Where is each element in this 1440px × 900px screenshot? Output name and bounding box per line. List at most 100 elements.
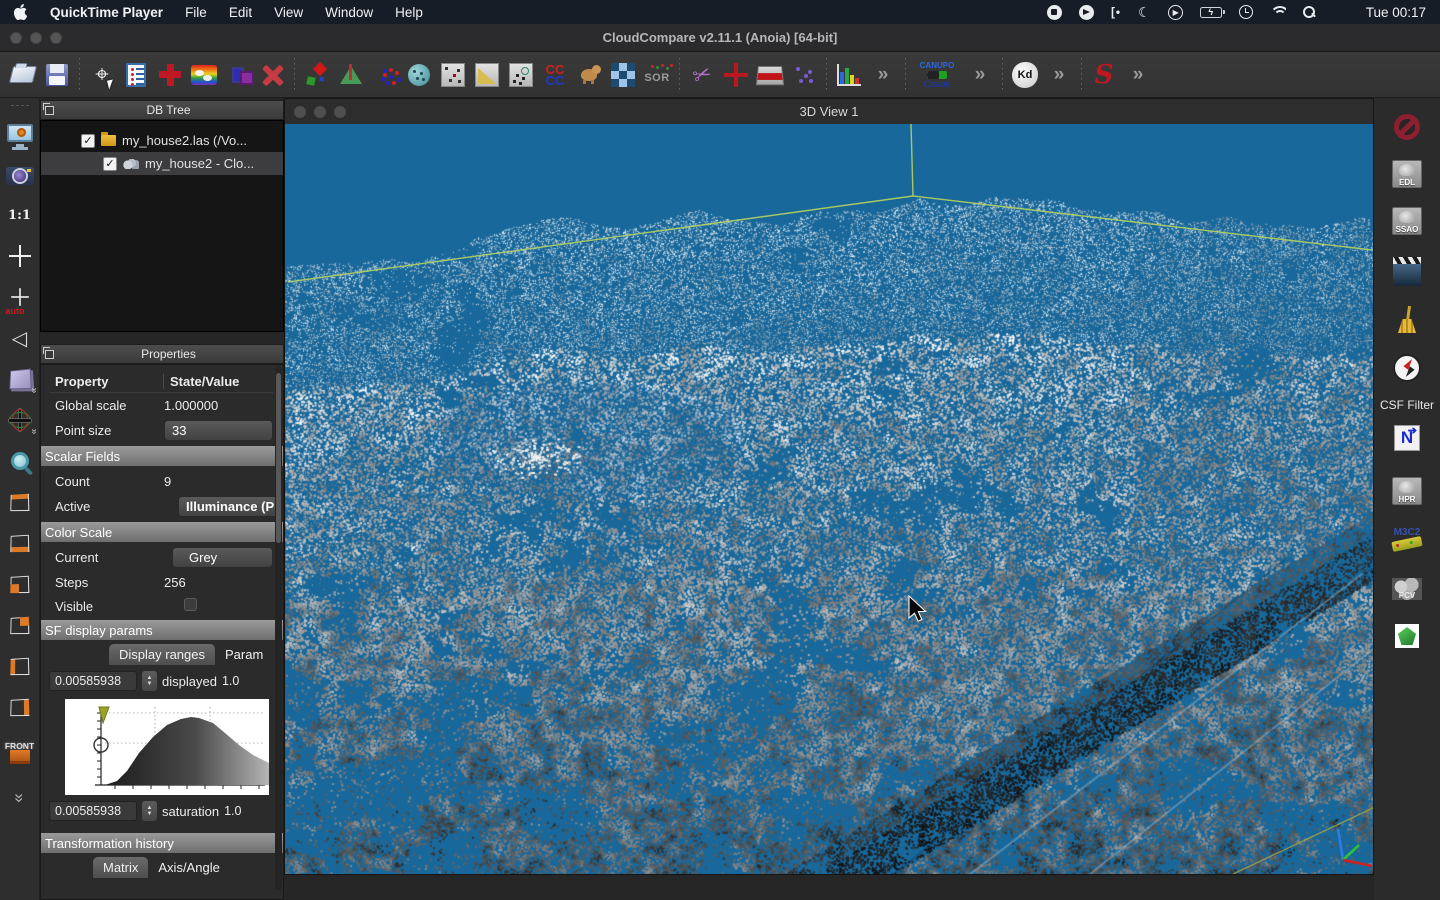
visibility-checkbox[interactable]: ✓ [103,157,117,171]
visible-checkbox[interactable] [184,598,197,611]
previous-view-button[interactable]: ◁ [4,323,36,353]
menu-window[interactable]: Window [325,5,373,20]
window-close-button[interactable] [10,32,22,44]
toolbar-overflow-button[interactable]: » [866,57,900,93]
point-picking-button[interactable]: ⌖ [85,57,119,93]
save-button[interactable] [40,57,74,93]
tab-matrix[interactable]: Matrix [93,857,148,878]
ssao-shader-button[interactable]: SSAO [1385,204,1429,238]
view-front-button[interactable] [4,569,36,599]
animation-plugin-button[interactable] [1385,257,1429,291]
active-sf-dropdown[interactable]: Illuminance (P [178,496,282,517]
screen-recording-stop-icon[interactable] [1047,5,1062,20]
properties-header[interactable]: Properties [40,344,284,364]
apple-menu-icon[interactable] [14,4,28,20]
undock-panel-icon[interactable] [45,106,54,115]
animal-plugin-button[interactable] [572,57,606,93]
auto-pivot-button[interactable]: auto [4,282,36,312]
spotlight-search-icon[interactable] [1303,6,1316,19]
visibility-checkbox[interactable]: ✓ [81,134,95,148]
cloud-mesh-distance-button[interactable] [470,57,504,93]
canupo-plugin-button[interactable]: CANUPOCreate [911,57,963,93]
saturation-max-input[interactable]: 1.0 [224,804,241,818]
window-zoom-button[interactable] [50,32,62,44]
compute-normals-button[interactable] [334,57,368,93]
tab-axis-angle[interactable]: Axis/Angle [148,857,229,878]
scrollbar-thumb[interactable] [276,373,281,543]
kd-tree-plugin-button[interactable]: Kd [1008,57,1042,93]
zoom-1-1-button[interactable]: 1:1 [4,200,36,230]
normals-plugin-button[interactable]: N➔ [1385,421,1429,455]
properties-scrollbar[interactable] [275,367,282,890]
register-clouds-button[interactable] [300,57,334,93]
control-center-icon[interactable] [1333,7,1349,18]
view-bottom-button[interactable] [4,528,36,558]
battery-icon[interactable]: ϟ [1200,7,1222,18]
menu-file[interactable]: File [185,5,207,20]
wifi-icon[interactable] [1270,6,1286,18]
time-machine-icon[interactable] [1239,5,1253,19]
do-not-disturb-icon[interactable]: ☾ [1138,4,1151,21]
translate-rotate-button[interactable] [719,57,753,93]
spin-down-icon[interactable]: ▼ [147,681,153,687]
set-colors-button[interactable] [187,57,221,93]
toolbar-grip[interactable] [10,104,30,107]
menubar-app-name[interactable]: QuickTime Player [50,5,163,20]
hpr-plugin-button[interactable]: HPR [1385,474,1429,508]
set-pivot-button[interactable] [4,241,36,271]
connected-components-button[interactable] [787,57,821,93]
playback-icon[interactable]: ▶ [1168,5,1183,20]
facets-plugin-button[interactable]: S [1087,57,1121,93]
tree-item-file[interactable]: ✓ my_house2.las (/Vo... [41,129,283,152]
menu-view[interactable]: View [274,5,303,20]
displayed-min-input[interactable]: 0.00585938 [49,671,137,691]
cross-section-button[interactable] [753,57,787,93]
interpolate-colors-button[interactable] [606,57,640,93]
sample-points-button[interactable] [402,57,436,93]
more-views-button[interactable]: » [4,782,36,812]
spinner-buttons[interactable]: ▲▼ [142,671,157,691]
add-entity-button[interactable] [153,57,187,93]
saturation-min-input[interactable]: 0.00585938 [49,801,137,821]
zoom-fit-button[interactable] [4,446,36,476]
menubar-clock[interactable]: Tue 00:17 [1366,5,1426,20]
sor-filter-button[interactable]: SOR [640,57,674,93]
clone-button[interactable] [221,57,255,93]
spin-down-icon[interactable]: ▼ [147,811,153,817]
disable-filter-button[interactable] [1385,110,1429,144]
3d-viewport[interactable] [285,124,1373,874]
db-tree-body[interactable]: ✓ my_house2.las (/Vo... ✓ my_house2 - Cl… [40,120,284,332]
histogram-button[interactable] [832,57,866,93]
facets-overflow-button[interactable]: » [1121,57,1155,93]
compass-plugin-button[interactable] [1385,351,1429,385]
window-minimize-button[interactable] [30,32,42,44]
screenshot-button[interactable] [4,159,36,189]
csf-filter-label[interactable]: CSF Filter [1380,398,1434,412]
open-file-button[interactable] [6,57,40,93]
closest-point-button[interactable] [504,57,538,93]
displayed-max-input[interactable]: 1.0 [222,674,239,688]
view-back-button[interactable] [4,610,36,640]
pcv-plugin-button[interactable]: PCV [1385,572,1429,606]
m3c2-plugin-button[interactable]: M3C2 [1385,521,1429,555]
point-size-dropdown[interactable]: 33 [164,420,273,441]
telegram-icon[interactable] [1079,5,1094,20]
view-top-button[interactable] [4,487,36,517]
tree-item-label[interactable]: my_house2.las (/Vo... [122,133,247,148]
kd-overflow-button[interactable]: » [1042,57,1076,93]
menu-edit[interactable]: Edit [229,5,252,20]
delete-button[interactable] [255,57,289,93]
view-right-button[interactable] [4,692,36,722]
one-password-icon[interactable]: [• [1111,5,1121,19]
view-front-iso-button[interactable]: FRONT [4,733,36,771]
poisson-plugin-button[interactable] [1385,619,1429,653]
undock-panel-icon[interactable] [45,350,54,359]
color-scale-dropdown[interactable]: Grey [172,547,273,568]
properties-list-button[interactable] [119,57,153,93]
canupo-overflow-button[interactable]: » [963,57,997,93]
sf-histogram[interactable] [65,699,269,795]
segment-button[interactable]: ✂ [685,57,719,93]
subsample-button[interactable] [368,57,402,93]
compare-clouds-button[interactable]: CCCC [538,57,572,93]
rotation-center-button[interactable]: » [4,405,36,435]
